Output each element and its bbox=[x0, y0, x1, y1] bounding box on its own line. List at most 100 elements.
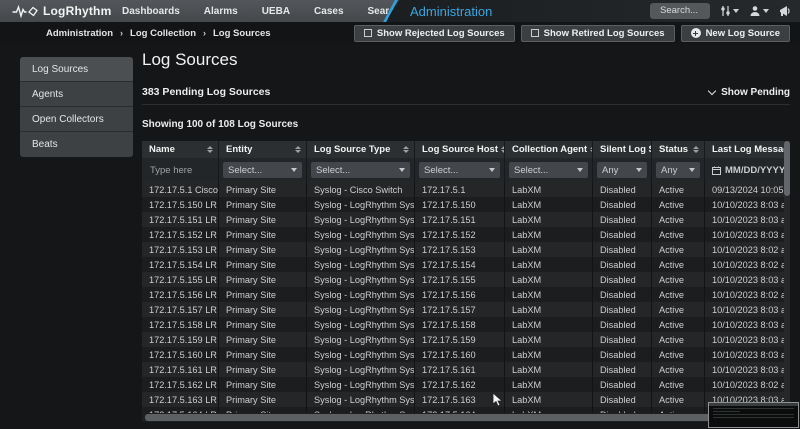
table-row[interactable]: 172.17.5.155 LR Sysl...Primary SiteSyslo… bbox=[142, 272, 790, 287]
table-cell: Active bbox=[652, 347, 705, 362]
sort-up-icon bbox=[207, 146, 213, 149]
pending-count-label: 383 Pending Log Sources bbox=[142, 86, 270, 98]
breadcrumb-separator-icon: › bbox=[203, 28, 206, 38]
nav-item-dashboards[interactable]: Dashboards bbox=[122, 6, 180, 17]
column-header-collection-agent[interactable]: Collection Agent bbox=[505, 141, 593, 158]
table-row[interactable]: 172.17.5.163 LR Sysl...Primary SiteSyslo… bbox=[142, 392, 790, 407]
megaphone-icon bbox=[779, 5, 792, 17]
table-row[interactable]: 172.17.5.153 LR Sysl...Primary SiteSyslo… bbox=[142, 242, 790, 257]
status-filter-select[interactable]: Any bbox=[656, 162, 700, 178]
breadcrumb-separator-icon: › bbox=[120, 28, 123, 38]
entity-filter-select[interactable]: Select... bbox=[223, 162, 302, 178]
column-header-entity[interactable]: Entity bbox=[219, 141, 307, 158]
sort-icon[interactable] bbox=[204, 146, 213, 154]
table-row[interactable]: 172.17.5.152 LR Sysl...Primary SiteSyslo… bbox=[142, 227, 790, 242]
log-source-host-filter-select[interactable]: Select... bbox=[419, 162, 500, 178]
breadcrumb-item-administration[interactable]: Administration bbox=[46, 28, 113, 39]
column-header-last-log-message[interactable]: Last Log Message bbox=[705, 141, 790, 158]
nav-item-administration[interactable]: Administration bbox=[410, 4, 492, 19]
logrhythm-logo[interactable]: LogRhythm bbox=[0, 4, 118, 18]
table-row[interactable]: 172.17.5.156 LR Sysl...Primary SiteSyslo… bbox=[142, 287, 790, 302]
table-cell: Active bbox=[652, 212, 705, 227]
breadcrumb-item-log-sources[interactable]: Log Sources bbox=[213, 28, 271, 39]
table-cell: Syslog - LogRhythm Syslog Ge... bbox=[307, 332, 415, 347]
table-cell: Primary Site bbox=[219, 242, 307, 257]
sort-icon[interactable] bbox=[292, 146, 301, 154]
table-cell: 10/10/2023 8:02 am bbox=[705, 377, 790, 392]
table-cell: Disabled bbox=[593, 287, 652, 302]
vertical-scrollbar-thumb[interactable] bbox=[784, 141, 790, 196]
column-header-log-source-type[interactable]: Log Source Type bbox=[307, 141, 415, 158]
column-header-name[interactable]: Name bbox=[142, 141, 219, 158]
show-pending-label: Show Pending bbox=[721, 87, 790, 98]
table-row[interactable]: 172.17.5.159 LR Sysl...Primary SiteSyslo… bbox=[142, 332, 790, 347]
filter-cell-last-log-message: MM/DD/YYYY bbox=[705, 158, 790, 182]
table-cell: 172.17.5.150 LR Sysl... bbox=[142, 197, 219, 212]
announcements-button[interactable] bbox=[779, 5, 792, 17]
nav-item-cases[interactable]: Cases bbox=[314, 6, 343, 17]
sidebar-item-agents[interactable]: Agents bbox=[20, 82, 133, 107]
table-row[interactable]: 172.17.5.158 LR Sysl...Primary SiteSyslo… bbox=[142, 317, 790, 332]
table-cell: 172.17.5.153 bbox=[415, 242, 505, 257]
show-pending-toggle[interactable]: Show Pending bbox=[709, 87, 790, 98]
section-divider bbox=[142, 104, 790, 105]
sort-icon[interactable] bbox=[400, 146, 409, 154]
table-cell: 172.17.5.155 bbox=[415, 272, 505, 287]
table-cell: 10/10/2023 8:03 am bbox=[705, 362, 790, 377]
nav-item-ueba[interactable]: UEBA bbox=[262, 6, 290, 17]
sidebar-item-open-collectors[interactable]: Open Collectors bbox=[20, 107, 133, 132]
table-row[interactable]: 172.17.5.151 LR Sysl...Primary SiteSyslo… bbox=[142, 212, 790, 227]
vertical-scrollbar[interactable] bbox=[784, 141, 790, 414]
user-menu[interactable] bbox=[749, 5, 769, 17]
sort-up-icon bbox=[693, 146, 699, 149]
logrhythm-administration-screen: LogRhythm Dashboards Alarms UEBA Cases Searc… bbox=[0, 0, 800, 429]
table-row[interactable]: 172.17.5.162 LR Sysl...Primary SiteSyslo… bbox=[142, 377, 790, 392]
table-row[interactable]: 172.17.5.154 LR Sysl...Primary SiteSyslo… bbox=[142, 257, 790, 272]
sidebar-item-beats[interactable]: Beats bbox=[20, 132, 133, 157]
showing-count-label: Showing 100 of 108 Log Sources bbox=[142, 119, 298, 130]
calendar-icon bbox=[712, 166, 721, 175]
chevron-down-icon bbox=[489, 168, 495, 172]
log-source-type-filter-select[interactable]: Select... bbox=[311, 162, 410, 178]
nav-item-alarms[interactable]: Alarms bbox=[204, 6, 238, 17]
sidebar-item-log-sources[interactable]: Log Sources bbox=[20, 57, 133, 82]
date-filter-value: MM/DD/YYYY bbox=[725, 165, 785, 176]
sort-icon[interactable] bbox=[690, 146, 699, 154]
table-row[interactable]: 172.17.5.1 Cisco Swit...Primary SiteSysl… bbox=[142, 182, 790, 197]
horizontal-scrollbar-thumb[interactable] bbox=[145, 414, 781, 421]
new-log-source-button[interactable]: New Log Source bbox=[681, 25, 790, 42]
table-row[interactable]: 172.17.5.150 LR Sysl...Primary SiteSyslo… bbox=[142, 197, 790, 212]
table-cell: Disabled bbox=[593, 302, 652, 317]
horizontal-scrollbar[interactable] bbox=[142, 413, 790, 422]
table-cell: LabXM bbox=[505, 347, 593, 362]
table-row[interactable]: 172.17.5.160 LR Sysl...Primary SiteSyslo… bbox=[142, 347, 790, 362]
table-row[interactable]: 172.17.5.161 LR Sysl...Primary SiteSyslo… bbox=[142, 362, 790, 377]
table-cell: 172.17.5.159 LR Sysl... bbox=[142, 332, 219, 347]
preferences-menu[interactable] bbox=[720, 5, 739, 17]
sort-icon[interactable] bbox=[498, 146, 505, 154]
show-rejected-checkbox[interactable]: Show Rejected Log Sources bbox=[354, 25, 515, 42]
filter-cell-silent-log-s: Any bbox=[593, 158, 652, 182]
name-filter-input[interactable]: Type here bbox=[146, 165, 192, 176]
breadcrumb-item-log-collection[interactable]: Log Collection bbox=[130, 28, 196, 39]
table-cell: 172.17.5.161 bbox=[415, 362, 505, 377]
preview-content-line bbox=[713, 417, 794, 418]
column-header-label: Collection Agent bbox=[512, 144, 587, 155]
screen-share-preview[interactable] bbox=[708, 402, 799, 428]
sort-up-icon bbox=[295, 146, 301, 149]
column-header-log-source-host[interactable]: Log Source Host bbox=[415, 141, 505, 158]
table-cell: Disabled bbox=[593, 257, 652, 272]
search-input[interactable]: Search... bbox=[650, 3, 710, 19]
table-row[interactable]: 172.17.5.157 LR Sysl...Primary SiteSyslo… bbox=[142, 302, 790, 317]
preview-titlebar bbox=[709, 403, 798, 406]
silent-log-s-filter-select[interactable]: Any bbox=[597, 162, 647, 178]
column-header-silent-log-s[interactable]: Silent Log S... bbox=[593, 141, 652, 158]
collection-agent-filter-select[interactable]: Select... bbox=[509, 162, 588, 178]
show-retired-checkbox[interactable]: Show Retired Log Sources bbox=[521, 25, 675, 42]
table-cell: Syslog - LogRhythm Syslog Ge... bbox=[307, 227, 415, 242]
sort-down-icon bbox=[693, 150, 699, 153]
table-cell: Syslog - LogRhythm Syslog Ge... bbox=[307, 272, 415, 287]
table-cell: Disabled bbox=[593, 242, 652, 257]
column-header-status[interactable]: Status bbox=[652, 141, 705, 158]
date-filter-input[interactable]: MM/DD/YYYY bbox=[709, 165, 785, 176]
